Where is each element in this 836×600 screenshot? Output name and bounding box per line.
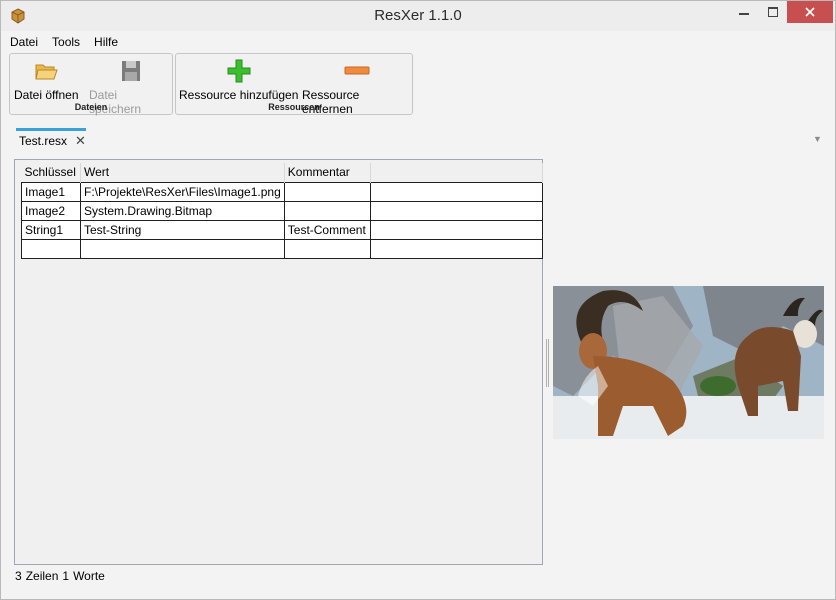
cell-key[interactable]: Image1	[21, 181, 81, 202]
close-icon	[805, 7, 815, 17]
cell-comment[interactable]	[283, 181, 371, 202]
app-window: ResXer 1.1.0 Datei Tools Hilfe Datei öff…	[0, 0, 836, 600]
plus-icon	[227, 59, 251, 83]
column-header-comment[interactable]: Kommentar	[284, 163, 371, 182]
cell-filler	[369, 238, 544, 259]
cell-value[interactable]: Test-String	[80, 219, 285, 240]
status-line-count: 3	[15, 569, 22, 583]
status-word-count: 1	[62, 569, 70, 583]
open-file-label: Datei öffnen	[14, 88, 79, 102]
add-resource-button[interactable]: Ressource hinzufügen	[179, 58, 298, 102]
cell-filler	[369, 200, 544, 221]
open-file-button[interactable]: Datei öffnen	[14, 58, 79, 102]
cell-value[interactable]: System.Drawing.Bitmap	[80, 200, 285, 221]
ibex-photo	[553, 286, 824, 439]
ribbon: Datei öffnen Datei speichern Dateien Res…	[9, 53, 419, 117]
close-button[interactable]	[787, 1, 833, 23]
resource-grid[interactable]: Schlüssel Wert Kommentar Image1 F:\Proje…	[14, 159, 544, 565]
cell-comment[interactable]	[283, 200, 371, 221]
column-header-filler	[370, 163, 544, 182]
tab-overflow-icon[interactable]: ▼	[813, 134, 822, 144]
tab-close-icon[interactable]: ✕	[75, 133, 86, 149]
cell-filler	[369, 181, 544, 202]
ribbon-group-resources-label: Ressourcen	[268, 102, 320, 112]
cell-comment[interactable]: Test-Comment	[283, 219, 371, 240]
column-header-value[interactable]: Wert	[80, 163, 285, 182]
table-row[interactable]: Image1 F:\Projekte\ResXer\Files\Image1.p…	[21, 181, 544, 202]
cell-key[interactable]: String1	[21, 219, 81, 240]
splitter-handle[interactable]	[546, 339, 549, 387]
window-title: ResXer 1.1.0	[374, 7, 462, 24]
cell-key[interactable]	[21, 238, 81, 259]
title-bar[interactable]: ResXer 1.1.0	[1, 1, 835, 31]
column-header-key[interactable]: Schlüssel	[21, 163, 81, 182]
status-bar: 3 Zeilen 1 Worte	[15, 569, 105, 583]
status-lines-label: Zeilen	[25, 569, 59, 583]
ribbon-group-files-label: Dateien	[74, 102, 108, 112]
tab-test-resx[interactable]: Test.resx ✕	[16, 128, 86, 150]
minimize-button[interactable]	[729, 1, 759, 23]
cell-key[interactable]: Image2	[21, 200, 81, 221]
minus-icon	[344, 66, 370, 75]
cell-filler	[369, 219, 544, 240]
floppy-disk-icon	[121, 61, 140, 81]
table-row[interactable]: String1 Test-String Test-Comment	[21, 219, 544, 240]
folder-open-icon	[35, 64, 58, 80]
table-new-row[interactable]	[21, 238, 544, 259]
grid-header-row: Schlüssel Wert Kommentar	[21, 163, 544, 182]
menu-bar: Datei Tools Hilfe	[1, 33, 835, 51]
cell-value[interactable]	[80, 238, 285, 259]
tab-label: Test.resx	[19, 133, 68, 148]
menu-tools[interactable]: Tools	[52, 33, 80, 51]
maximize-icon	[768, 7, 778, 17]
ribbon-group-files: Datei öffnen Datei speichern Dateien	[9, 53, 173, 116]
status-words-label: Worte	[73, 569, 105, 583]
maximize-button[interactable]	[759, 1, 787, 23]
ribbon-group-resources: Ressource hinzufügen Ressource entfernen…	[175, 53, 413, 116]
menu-datei[interactable]: Datei	[10, 33, 38, 51]
minimize-icon	[739, 13, 749, 15]
add-resource-label: Ressource hinzufügen	[179, 88, 299, 102]
menu-hilfe[interactable]: Hilfe	[94, 33, 118, 51]
table-row[interactable]: Image2 System.Drawing.Bitmap	[21, 200, 544, 221]
cell-value[interactable]: F:\Projekte\ResXer\Files\Image1.png	[80, 181, 285, 202]
cell-comment[interactable]	[283, 238, 371, 259]
image-preview	[553, 286, 824, 439]
